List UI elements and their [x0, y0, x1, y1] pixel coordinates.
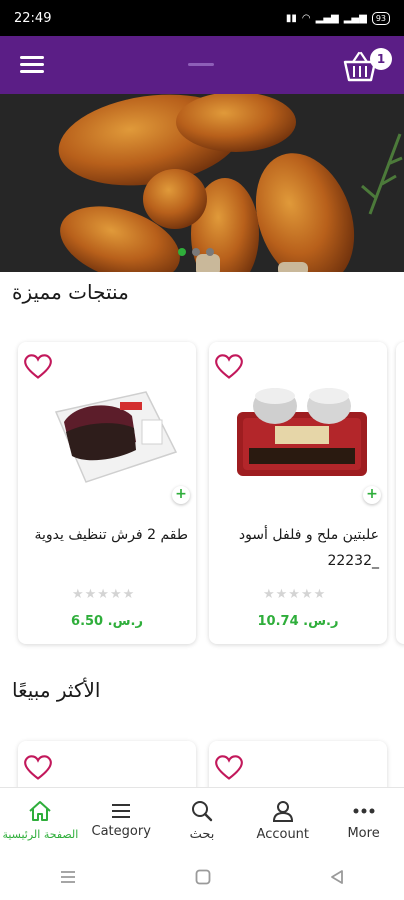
person-icon: [272, 801, 293, 822]
status-icons: ▮▮ ◠ ▂▄▆ ▂▄▆ 93: [285, 11, 390, 25]
carousel-indicators: [178, 248, 214, 256]
recent-apps-icon[interactable]: [58, 869, 78, 885]
product-card[interactable]: + علبتين ملح و فلفل أسود _22232 ★★★★★ 10…: [209, 342, 387, 644]
add-to-cart-button[interactable]: +: [172, 486, 190, 504]
hamburger-icon[interactable]: [20, 56, 44, 74]
featured-section-title: منتجات مميزة: [12, 280, 129, 304]
product-card-partial[interactable]: [396, 342, 404, 644]
carousel-dot[interactable]: [206, 248, 214, 256]
product-name[interactable]: علبتين ملح و فلفل أسود _22232: [217, 522, 379, 574]
home-button-icon[interactable]: [194, 868, 212, 886]
signal-icon: ▂▄▆: [315, 12, 339, 24]
search-icon: [191, 801, 213, 822]
app-logo: [188, 63, 214, 66]
nav-category-label: Category: [91, 824, 151, 839]
nav-search[interactable]: بحث: [162, 788, 243, 853]
product-price: 10.74 .ر.س: [257, 614, 339, 629]
nav-account-label: Account: [256, 827, 310, 842]
nav-search-label: بحث: [189, 827, 215, 842]
nav-more[interactable]: More: [323, 788, 404, 853]
clock: 22:49: [14, 10, 52, 26]
battery-icon: 93: [371, 11, 390, 25]
nav-home[interactable]: الصفحة الرئيسية: [0, 788, 81, 853]
carousel-dot-active[interactable]: [178, 248, 186, 256]
nav-account[interactable]: Account: [242, 788, 323, 853]
add-to-cart-button[interactable]: +: [363, 486, 381, 504]
nav-more-label: More: [347, 826, 380, 841]
rating-stars: ★★★★★: [263, 587, 327, 602]
nav-home-label: الصفحة الرئيسية: [2, 828, 79, 841]
back-icon[interactable]: [328, 868, 346, 886]
product-card[interactable]: + طقم 2 فرش تنظيف يدوية ★★★★★ 6.50 .ر.س: [18, 342, 196, 644]
product-name[interactable]: طقم 2 فرش تنظيف يدوية: [26, 522, 188, 548]
chicken-image: [0, 94, 404, 272]
product-image: [54, 391, 178, 483]
wifi-icon: ◠: [301, 12, 311, 24]
home-icon: [29, 801, 52, 821]
hero-banner[interactable]: [0, 94, 404, 272]
app-header: 1: [0, 36, 404, 94]
heart-icon[interactable]: [24, 755, 52, 781]
cart-count-badge: 1: [370, 48, 392, 70]
heart-icon[interactable]: [215, 755, 243, 781]
signal-icon-2: ▂▄▆: [343, 12, 367, 24]
list-icon: [112, 804, 131, 818]
best-sellers-section-title: الأكثر مبيعًا: [12, 678, 101, 702]
rating-stars: ★★★★★: [72, 587, 136, 602]
more-dots-icon: [353, 808, 375, 814]
product-price: 6.50 .ر.س: [71, 614, 143, 629]
nav-category[interactable]: Category: [81, 788, 162, 853]
network-icon: ▮▮: [285, 12, 297, 24]
carousel-dot[interactable]: [192, 248, 200, 256]
system-nav-bar: [0, 853, 404, 900]
product-image: [237, 388, 367, 476]
status-bar: 22:49 ▮▮ ◠ ▂▄▆ ▂▄▆ 93: [0, 0, 404, 36]
bottom-nav: الصفحة الرئيسية Category بحث Account Mor…: [0, 787, 404, 853]
